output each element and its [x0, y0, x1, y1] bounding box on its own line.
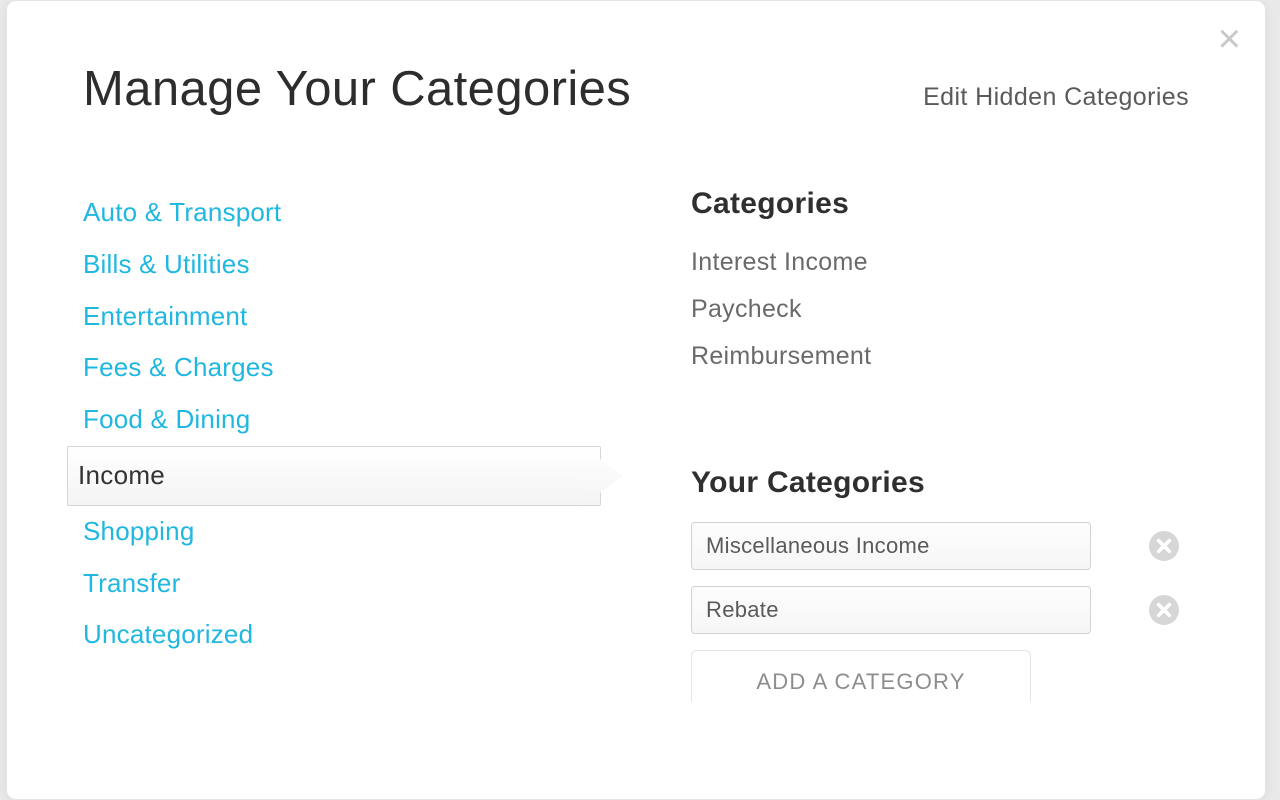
- category-item[interactable]: Fees & Charges: [73, 342, 601, 394]
- close-circle-icon: [1149, 531, 1179, 561]
- your-category-input[interactable]: [691, 522, 1091, 570]
- close-icon: ×: [1218, 17, 1241, 61]
- close-circle-icon: [1149, 595, 1179, 625]
- category-item-label: Entertainment: [83, 301, 247, 331]
- category-item-label: Uncategorized: [83, 619, 253, 649]
- category-item-label: Food & Dining: [83, 404, 250, 434]
- subcategory-list: Interest IncomePaycheckReimbursement: [691, 239, 1189, 380]
- edit-hidden-categories-link[interactable]: Edit Hidden Categories: [923, 83, 1189, 112]
- categories-heading: Categories: [691, 187, 1189, 221]
- category-item-label: Income: [78, 460, 165, 490]
- category-list: Auto & Transport Bills & Utilities Enterta…: [73, 187, 601, 661]
- close-button[interactable]: ×: [1218, 19, 1241, 59]
- category-item-label: Shopping: [83, 516, 194, 546]
- manage-categories-modal: × Manage Your Categories Edit Hidden Cat…: [6, 0, 1266, 800]
- remove-category-button[interactable]: [1149, 531, 1179, 561]
- category-item[interactable]: Food & Dining: [73, 394, 601, 446]
- page-title: Manage Your Categories: [83, 61, 631, 117]
- your-categories-list: [691, 522, 1189, 634]
- modal-body: Auto & Transport Bills & Utilities Enterta…: [7, 127, 1265, 702]
- subcategory-item[interactable]: Reimbursement: [691, 333, 1189, 380]
- category-item-label: Auto & Transport: [83, 197, 281, 227]
- your-category-row: [691, 586, 1189, 634]
- category-item[interactable]: Bills & Utilities: [73, 239, 601, 291]
- category-item[interactable]: Auto & Transport: [73, 187, 601, 239]
- category-item-label: Transfer: [83, 568, 180, 598]
- category-item[interactable]: Shopping: [73, 506, 601, 558]
- category-item[interactable]: Entertainment: [73, 291, 601, 343]
- your-category-row: [691, 522, 1189, 570]
- remove-category-button[interactable]: [1149, 595, 1179, 625]
- your-categories-heading: Your Categories: [691, 466, 1189, 500]
- category-item[interactable]: Income: [67, 446, 601, 506]
- subcategory-item[interactable]: Paycheck: [691, 286, 1189, 333]
- category-item-label: Bills & Utilities: [83, 249, 250, 279]
- category-item[interactable]: Transfer: [73, 558, 601, 610]
- detail-column: Categories Interest IncomePaycheckReimbu…: [691, 187, 1189, 702]
- category-item[interactable]: Uncategorized: [73, 609, 601, 661]
- subcategory-item[interactable]: Interest Income: [691, 239, 1189, 286]
- category-item-label: Fees & Charges: [83, 352, 274, 382]
- modal-header: Manage Your Categories Edit Hidden Categ…: [7, 1, 1265, 127]
- category-column: Auto & Transport Bills & Utilities Enterta…: [73, 187, 601, 702]
- your-category-input[interactable]: [691, 586, 1091, 634]
- add-category-button[interactable]: ADD A CATEGORY: [691, 650, 1031, 702]
